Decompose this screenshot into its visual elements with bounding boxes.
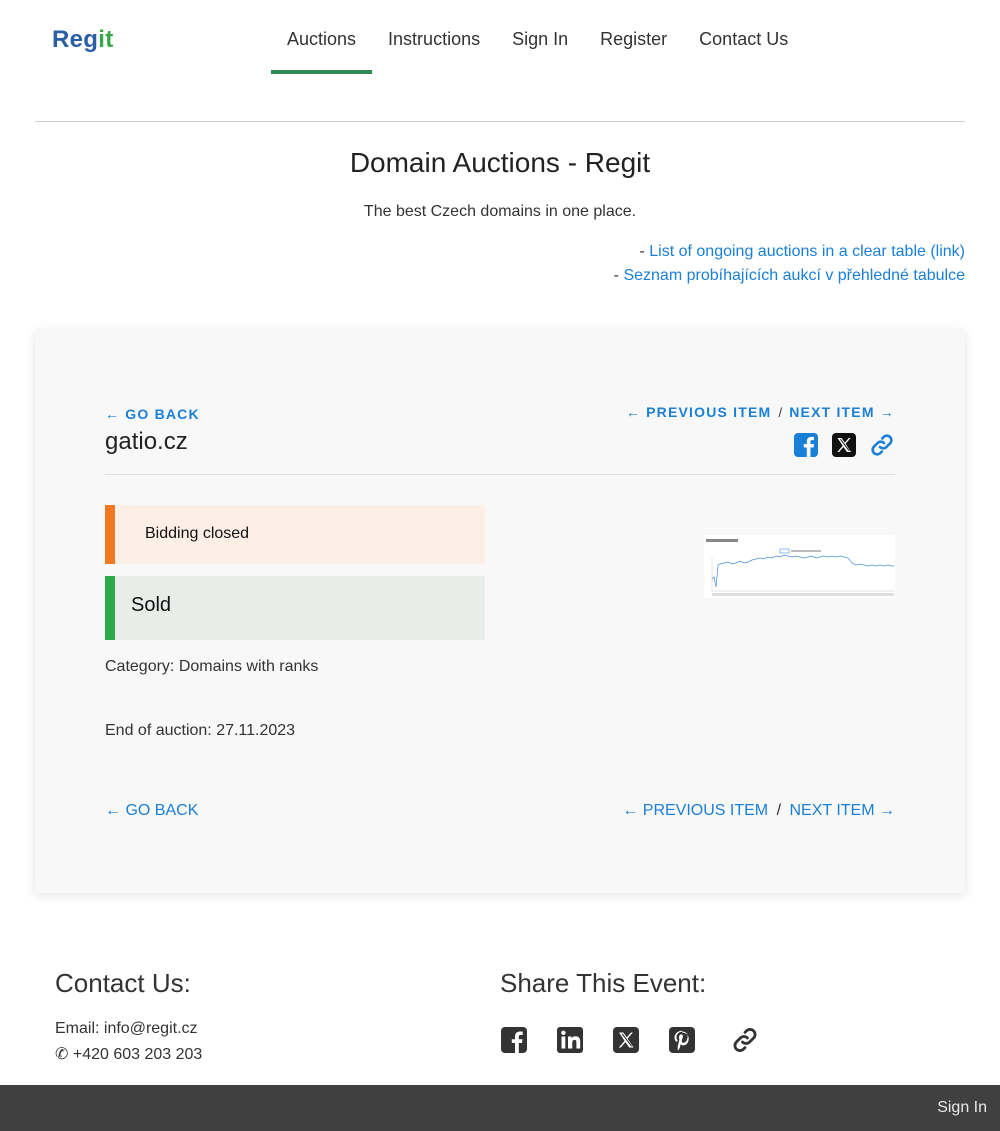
traffic-chart-thumbnail[interactable] [704,535,895,598]
pinterest-icon[interactable] [668,1025,696,1055]
arrow-left-icon: ← [622,802,639,819]
share-event-title: Share This Event: [500,968,707,998]
go-back-link-bottom[interactable]: ← GO BACK [105,802,198,820]
page-title: Domain Auctions - Regit [349,147,651,178]
next-item-link-top[interactable]: NEXT ITEM → [789,404,895,420]
domain-name: gatio.cz [105,428,188,455]
previous-item-link-bottom[interactable]: ← PREVIOUS ITEM [622,802,768,819]
prev-next-nav-bottom: ← PREVIOUS ITEM / NEXT ITEM → [622,802,896,819]
arrow-left-icon: ← [105,406,121,422]
contact-us-title: Contact Us: [55,968,191,998]
ongoing-auctions-link-line-cz: - Seznam probíhajících aukcí v přehledné… [613,267,965,284]
bidding-closed-alert: Bidding closed [105,505,485,564]
card-divider [105,474,895,475]
header-divider [35,121,965,122]
footer-bar: Sign In [0,1085,1000,1131]
arrow-right-icon: → [879,802,895,819]
x-icon[interactable] [831,432,857,458]
arrow-left-icon: ← [625,404,642,420]
category-text: Category: Domains with ranks [105,658,319,675]
page-subtitle: The best Czech domains in one place. [363,203,637,220]
contact-email[interactable]: Email: info@regit.cz [55,1020,198,1038]
nav-register[interactable]: Register [584,0,683,74]
contact-phone[interactable]: ✆ +420 603 203 203 [55,1044,202,1064]
ongoing-auctions-link-line: - List of ongoing auctions in a clear ta… [639,243,965,260]
link-icon[interactable] [730,1025,760,1055]
main-nav: Auctions Instructions Sign In Register C… [271,0,804,74]
ongoing-auctions-link-en[interactable]: List of ongoing auctions in a clear tabl… [649,243,965,260]
phone-icon: ✆ [55,1046,69,1063]
facebook-icon[interactable] [793,432,819,458]
arrow-right-icon: → [879,404,895,420]
linkedin-icon[interactable] [556,1025,584,1055]
item-share-icons [793,432,895,458]
footer-share-icons [500,1025,788,1055]
footer-sign-in-link[interactable]: Sign In [937,1099,987,1117]
previous-item-link-top[interactable]: ← PREVIOUS ITEM [626,404,772,420]
nav-instructions[interactable]: Instructions [372,0,496,74]
regit-logo[interactable]: Regit [52,26,114,54]
ongoing-auctions-link-cz[interactable]: Seznam probíhajících aukcí v přehledné t… [623,267,965,284]
auction-item-card: ← GO BACK ← PREVIOUS ITEM / NEXT ITEM → … [35,330,965,893]
site-header: Regit Auctions Instructions Sign In Regi… [0,0,1000,122]
nav-auctions[interactable]: Auctions [271,0,373,74]
facebook-icon[interactable] [500,1025,528,1055]
next-item-link-bottom[interactable]: NEXT ITEM → [790,802,896,819]
prev-next-nav-top: ← PREVIOUS ITEM / NEXT ITEM → [625,404,895,420]
auction-end-date: End of auction: 27.11.2023 [105,722,296,739]
link-icon[interactable] [869,432,895,458]
go-back-link-top[interactable]: ← GO BACK [105,406,200,422]
nav-contact-us[interactable]: Contact Us [683,0,804,74]
arrow-left-icon: ← [105,802,121,819]
nav-sign-in[interactable]: Sign In [496,0,584,74]
x-icon[interactable] [612,1025,640,1055]
sold-status-box: Sold [105,576,485,640]
